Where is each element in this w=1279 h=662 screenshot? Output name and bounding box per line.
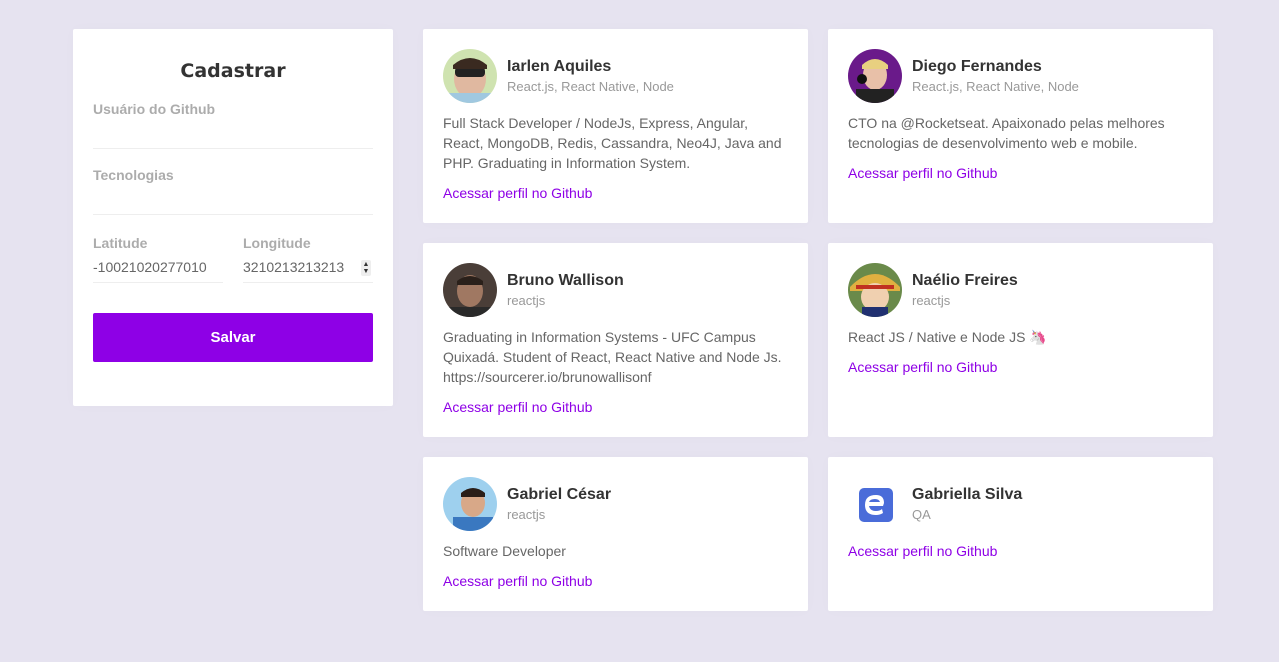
dev-card: Bruno Wallison reactjs Graduating in Inf… — [423, 243, 808, 437]
dev-header: Naélio Freires reactjs — [848, 263, 1193, 317]
dev-header: Bruno Wallison reactjs — [443, 263, 788, 317]
github-profile-link[interactable]: Acessar perfil no Github — [443, 571, 592, 591]
longitude-input[interactable] — [243, 251, 373, 283]
latitude-field: Latitude — [93, 235, 223, 283]
github-profile-link[interactable]: Acessar perfil no Github — [443, 183, 592, 203]
dev-techs: reactjs — [507, 293, 546, 308]
latitude-label: Latitude — [93, 235, 148, 251]
user-info: Gabriella Silva QA — [912, 485, 1022, 523]
dev-techs: React.js, React Native, Node — [912, 79, 1079, 94]
register-form: Usuário do Github Tecnologias Latitude L… — [93, 101, 373, 362]
dev-bio: CTO na @Rocketseat. Apaixonado pelas mel… — [848, 115, 1165, 151]
dev-techs: QA — [912, 507, 931, 522]
github-profile-link[interactable]: Acessar perfil no Github — [848, 541, 997, 561]
dev-name: Gabriella Silva — [912, 486, 1023, 503]
dev-name: Gabriel César — [507, 486, 612, 503]
avatar — [848, 263, 902, 317]
dev-name: Diego Fernandes — [912, 58, 1042, 75]
dev-header: Gabriella Silva QA — [848, 477, 1193, 531]
github-profile-link[interactable]: Acessar perfil no Github — [848, 357, 997, 377]
dev-bio: Full Stack Developer / NodeJs, Express, … — [443, 115, 782, 171]
dev-bio: React JS / Native e Node JS 🦄 — [848, 329, 1047, 345]
user-info: Iarlen Aquiles React.js, React Native, N… — [507, 57, 674, 95]
dev-list: Iarlen Aquiles React.js, React Native, N… — [423, 29, 1213, 611]
dev-header: Diego Fernandes React.js, React Native, … — [848, 49, 1193, 103]
dev-name: Iarlen Aquiles — [507, 58, 612, 75]
avatar — [848, 49, 902, 103]
spinner-down-icon[interactable]: ▼ — [363, 268, 370, 275]
avatar — [443, 263, 497, 317]
dev-header: Iarlen Aquiles React.js, React Native, N… — [443, 49, 788, 103]
dev-name: Bruno Wallison — [507, 272, 624, 289]
dev-name: Naélio Freires — [912, 272, 1018, 289]
coordinates-group: Latitude Longitude ▲ ▼ — [93, 235, 373, 283]
github-user-input[interactable] — [93, 117, 373, 149]
github-profile-link[interactable]: Acessar perfil no Github — [848, 163, 997, 183]
longitude-field: Longitude ▲ ▼ — [243, 235, 373, 283]
latitude-input[interactable] — [93, 251, 223, 283]
avatar — [443, 477, 497, 531]
user-info: Naélio Freires reactjs — [912, 271, 1018, 309]
dev-techs: reactjs — [912, 293, 951, 308]
dev-card: Iarlen Aquiles React.js, React Native, N… — [423, 29, 808, 223]
github-profile-link[interactable]: Acessar perfil no Github — [443, 397, 592, 417]
register-form-panel: Cadastrar Usuário do Github Tecnologias … — [73, 29, 393, 406]
dev-techs: reactjs — [507, 507, 546, 522]
longitude-label: Longitude — [243, 235, 311, 251]
user-info: Bruno Wallison reactjs — [507, 271, 624, 309]
techs-field: Tecnologias — [93, 167, 373, 215]
dev-card: Gabriel César reactjs Software Developer… — [423, 457, 808, 611]
dev-card: Gabriella Silva QA Acessar perfil no Git… — [828, 457, 1213, 611]
dev-card: Diego Fernandes React.js, React Native, … — [828, 29, 1213, 223]
form-title: Cadastrar — [180, 60, 286, 82]
dev-bio: Graduating in Information Systems - UFC … — [443, 329, 782, 385]
user-info: Diego Fernandes React.js, React Native, … — [912, 57, 1079, 95]
dev-header: Gabriel César reactjs — [443, 477, 788, 531]
dev-bio: Software Developer — [443, 543, 566, 559]
github-user-label: Usuário do Github — [93, 101, 216, 117]
number-spinner[interactable]: ▲ ▼ — [361, 260, 371, 276]
dev-techs: React.js, React Native, Node — [507, 79, 674, 94]
dev-card: Naélio Freires reactjs React JS / Native… — [828, 243, 1213, 437]
avatar — [443, 49, 497, 103]
spinner-up-icon[interactable]: ▲ — [363, 261, 370, 268]
github-user-field: Usuário do Github — [93, 101, 373, 149]
techs-input[interactable] — [93, 183, 373, 215]
techs-label: Tecnologias — [93, 167, 174, 183]
avatar — [848, 477, 902, 531]
user-info: Gabriel César reactjs — [507, 485, 611, 523]
save-button[interactable]: Salvar — [93, 313, 373, 362]
